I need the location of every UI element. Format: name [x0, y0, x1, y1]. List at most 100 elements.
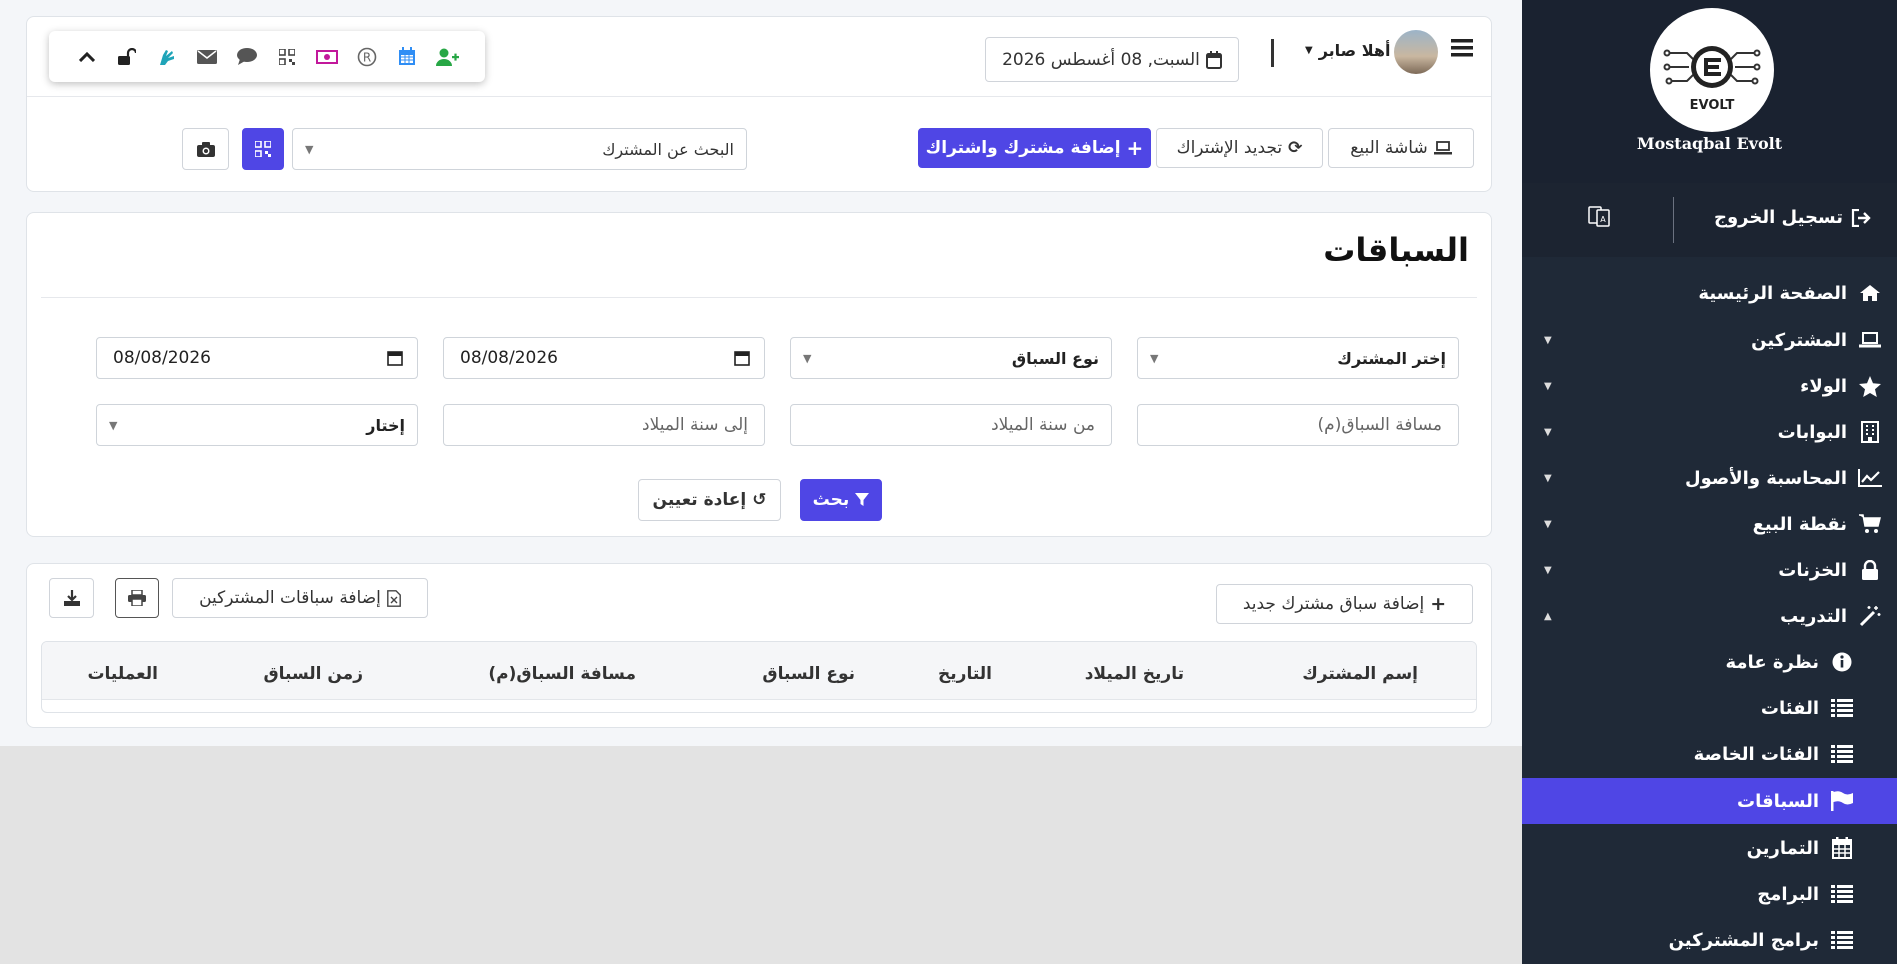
caret-down-icon: ▼	[1544, 426, 1552, 438]
search-button[interactable]: بحث	[800, 479, 882, 521]
file-excel-icon	[387, 589, 401, 607]
sidebar-subitem-subscriber-programs[interactable]: برامج المشتركين	[1522, 917, 1897, 963]
sidebar-item-accounting[interactable]: ▼ المحاسبة والأصول	[1522, 455, 1897, 501]
date-display: السبت, 08 أغسطس 2026	[985, 37, 1239, 82]
choose-select[interactable]: إختار ▼	[96, 404, 418, 446]
actions-divider	[1673, 197, 1674, 243]
to-birth-year-input[interactable]: إلى سنة الميلاد	[443, 404, 765, 446]
undo-icon: ↺	[752, 490, 767, 510]
caret-down-icon: ▼	[1150, 351, 1159, 365]
topbar-divider	[27, 96, 1491, 97]
svg-text:A: A	[1600, 215, 1606, 224]
logo-text: EVOLT	[1690, 98, 1735, 113]
sidebar-item-gates[interactable]: ▼ البوابات	[1522, 409, 1897, 455]
col-race-distance: مسافة السباق(م)	[488, 664, 636, 684]
registered-icon[interactable]: R	[347, 42, 387, 72]
unlock-icon[interactable]	[107, 42, 147, 72]
sidebar-item-loyalty[interactable]: ▼ الولاء	[1522, 363, 1897, 409]
table-header: إسم المشترك تاريخ الميلاد التاريخ نوع ال…	[42, 642, 1476, 700]
laptop-icon	[1857, 332, 1883, 348]
races-table: إسم المشترك تاريخ الميلاد التاريخ نوع ال…	[41, 641, 1477, 713]
qrcode-icon[interactable]	[267, 42, 307, 72]
sign-language-icon[interactable]	[147, 42, 187, 72]
caret-down-icon: ▼	[1544, 518, 1552, 530]
pos-screen-button[interactable]: شاشة البيع	[1328, 128, 1474, 168]
brand-name: Mostaqbal Evolt	[1636, 134, 1783, 153]
col-birth-date: تاريخ الميلاد	[1084, 664, 1184, 684]
sidebar-item-home[interactable]: الصفحة الرئيسية	[1522, 270, 1897, 316]
races-filter-card: السباقات إختر المشترك ▼ نوع السباق ▼ 08/…	[26, 212, 1492, 537]
filter-icon	[855, 493, 870, 506]
caret-down-icon: ▼	[1544, 334, 1552, 346]
caret-down-icon: ▼	[1544, 380, 1552, 392]
caret-down-icon: ▼	[1544, 472, 1552, 484]
subscriber-select[interactable]: إختر المشترك ▼	[1137, 337, 1459, 379]
date-to-input[interactable]: 08/08/2026	[96, 337, 418, 379]
money-bill-icon[interactable]	[307, 42, 347, 72]
sidebar-subitem-private-categories[interactable]: الفئات الخاصة	[1522, 731, 1897, 777]
list-icon	[1829, 931, 1855, 949]
flag-icon	[1829, 791, 1855, 811]
race-distance-input[interactable]: مسافة السباق(م)	[1137, 404, 1459, 446]
language-icon[interactable]: A	[1588, 205, 1610, 231]
calendar-icon	[387, 351, 403, 366]
add-new-racer-button[interactable]: إضافة سباق مشترك جديد +	[1216, 584, 1473, 624]
col-subscriber-name: إسم المشترك	[1302, 664, 1418, 684]
sidebar-subitem-categories[interactable]: الفئات	[1522, 685, 1897, 731]
col-race-time: زمن السباق	[263, 664, 363, 684]
calendar-icon	[734, 351, 750, 366]
sign-out-icon	[1851, 208, 1871, 227]
sidebar: EVOLT Mostaqbal Evolt تسجيل الخروج A الص…	[1522, 0, 1897, 964]
sidebar-item-pos[interactable]: ▼ نقطة البيع	[1522, 501, 1897, 547]
col-actions: العمليات	[87, 664, 158, 684]
download-button[interactable]	[49, 578, 94, 618]
list-icon	[1829, 885, 1855, 903]
building-icon	[1857, 421, 1883, 443]
separator	[1271, 39, 1274, 67]
star-icon	[1857, 375, 1883, 397]
sidebar-item-subscribers[interactable]: ▼ المشتركين	[1522, 317, 1897, 363]
add-subscriber-button[interactable]: إضافة مشترك واشتراك +	[918, 128, 1151, 168]
caret-down-icon: ▼	[1305, 45, 1313, 56]
comment-icon[interactable]	[227, 42, 267, 72]
brand-logo[interactable]: EVOLT	[1650, 8, 1774, 132]
chart-line-icon	[1857, 469, 1883, 487]
add-races-button[interactable]: إضافة سباقات المشتركين	[172, 578, 428, 618]
home-icon	[1857, 284, 1883, 302]
user-plus-icon[interactable]	[427, 42, 467, 72]
caret-down-icon: ▼	[305, 142, 314, 156]
calendar-icon	[1205, 50, 1222, 69]
print-button[interactable]	[115, 578, 159, 618]
sidebar-item-safes[interactable]: ▼ الخزنات	[1522, 547, 1897, 593]
sidebar-subitem-overview[interactable]: نظرة عامة	[1522, 639, 1897, 685]
plus-icon: +	[1430, 593, 1447, 615]
svg-text:R: R	[363, 50, 371, 64]
user-menu[interactable]: ▼ أهلا صابر	[1305, 41, 1390, 60]
races-table-card: إضافة سباق مشترك جديد + إضافة سباقات الم…	[26, 563, 1492, 728]
renew-subscription-button[interactable]: تجديد الإشتراك ⟳	[1156, 128, 1323, 168]
sidebar-subitem-programs[interactable]: البرامج	[1522, 871, 1897, 917]
reset-button[interactable]: إعادة تعيين ↺	[638, 479, 781, 521]
qrcode-button[interactable]	[242, 128, 284, 170]
sidebar-subitem-races[interactable]: السباقات	[1522, 778, 1897, 824]
chevron-up-icon[interactable]	[67, 42, 107, 72]
sidebar-subitem-exercises[interactable]: التمارين	[1522, 825, 1897, 871]
subscriber-search-select[interactable]: البحث عن المشترك ▼	[292, 128, 747, 170]
qrcode-icon	[255, 141, 271, 157]
date-from-input[interactable]: 08/08/2026	[443, 337, 765, 379]
sidebar-item-training[interactable]: ▲ التدريب	[1522, 593, 1897, 639]
download-icon	[63, 590, 80, 606]
caret-down-icon: ▼	[109, 418, 118, 432]
logout-button[interactable]: تسجيل الخروج	[1714, 207, 1871, 228]
hamburger-menu-icon[interactable]	[1451, 39, 1473, 61]
race-type-select[interactable]: نوع السباق ▼	[790, 337, 1112, 379]
col-date: التاريخ	[938, 664, 992, 684]
col-race-type: نوع السباق	[762, 664, 855, 684]
calendar-icon[interactable]	[387, 42, 427, 72]
caret-down-icon: ▼	[1544, 564, 1552, 576]
avatar[interactable]	[1394, 30, 1438, 74]
camera-button[interactable]	[182, 128, 229, 170]
from-birth-year-input[interactable]: من سنة الميلاد	[790, 404, 1112, 446]
envelope-icon[interactable]	[187, 42, 227, 72]
list-icon	[1829, 745, 1855, 763]
